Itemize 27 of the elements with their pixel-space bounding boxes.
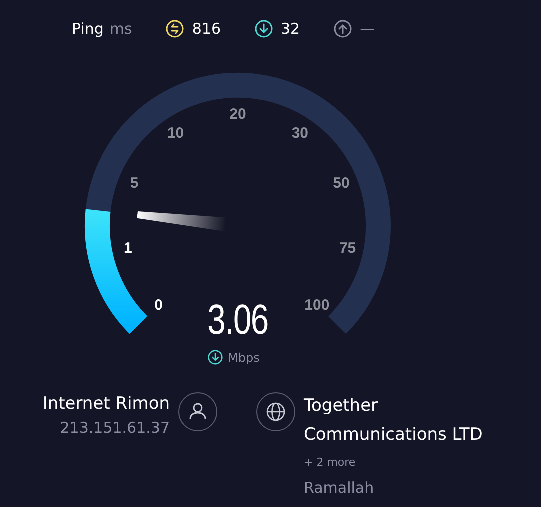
metric-value: 816 bbox=[192, 20, 221, 38]
scale-label: 100 bbox=[304, 297, 330, 314]
scale-label: 10 bbox=[167, 124, 184, 142]
ip-address: 213.151.61.37 bbox=[60, 418, 170, 439]
metric-value: — bbox=[360, 20, 376, 38]
scale-label: 50 bbox=[333, 175, 350, 192]
speed-unit: Mbps bbox=[228, 350, 260, 364]
server-location: Ramallah bbox=[304, 479, 376, 497]
globe-icon[interactable] bbox=[256, 392, 296, 432]
person-icon[interactable] bbox=[178, 392, 218, 432]
scale-label: 5 bbox=[130, 175, 139, 192]
metric-value: 32 bbox=[281, 20, 300, 38]
server-name: Together Communications LTD bbox=[304, 395, 484, 447]
scale-label: 30 bbox=[292, 124, 309, 142]
ping-label: Ping bbox=[72, 20, 104, 38]
upload-icon bbox=[334, 20, 352, 38]
scale-label: 1 bbox=[124, 240, 132, 257]
jitter-icon bbox=[166, 20, 184, 38]
more-servers-link[interactable]: + 2 more bbox=[304, 456, 504, 469]
download-icon bbox=[208, 350, 223, 365]
scale-label: 0 bbox=[154, 297, 163, 314]
ping-unit: ms bbox=[110, 20, 132, 38]
speed-value: 3.06 bbox=[206, 296, 270, 344]
download-icon bbox=[255, 20, 273, 38]
scale-label: 75 bbox=[339, 240, 356, 257]
provider-name: Internet Rimon bbox=[42, 393, 170, 416]
scale-label: 20 bbox=[230, 106, 246, 123]
